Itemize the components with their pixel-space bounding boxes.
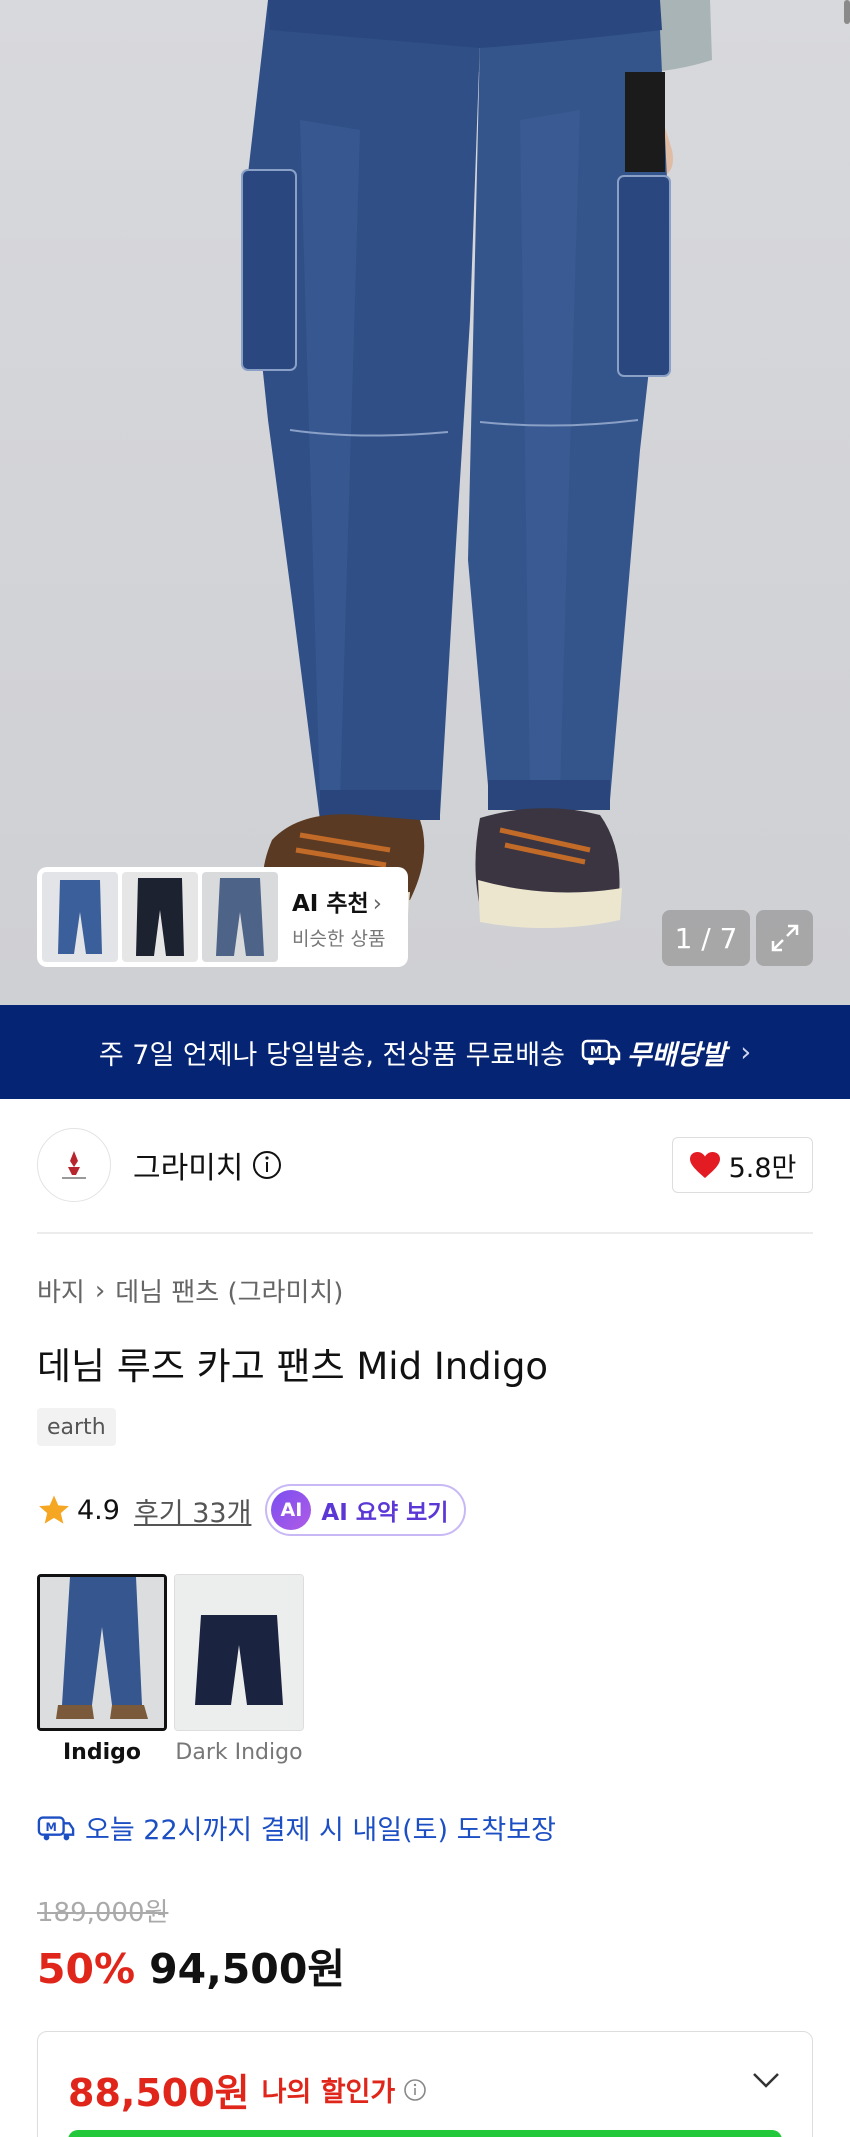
ai-recommend-thumb-3 <box>202 872 278 962</box>
brand-logo[interactable] <box>37 1128 111 1202</box>
heart-icon <box>689 1152 720 1178</box>
truck-icon: M <box>37 1815 75 1840</box>
sale-price: 94,500원 <box>149 1945 346 1993</box>
ai-badge-icon: AI <box>271 1490 312 1530</box>
color-swatch-indigo[interactable] <box>37 1574 167 1731</box>
purchase-button[interactable] <box>68 2130 782 2137</box>
svg-text:M: M <box>590 1044 602 1058</box>
chevron-right-icon: › <box>94 1275 106 1306</box>
ai-summary-button[interactable]: AI AI 요약 보기 <box>265 1484 467 1536</box>
shipping-badge-text: 무배당발 <box>626 1039 727 1071</box>
product-photo <box>241 0 712 929</box>
breadcrumb: 바지 › 데님 팬츠 (그라미치) <box>37 1272 343 1309</box>
product-title: 데님 루즈 카고 팬츠 Mid Indigo <box>37 1345 549 1388</box>
truck-icon: M <box>581 1039 621 1065</box>
ai-recommend-thumb-2 <box>122 872 198 962</box>
like-count: 5.8만 <box>728 1152 797 1184</box>
ai-recommend-title: AI 추천 <box>292 890 369 917</box>
color-label-dark-indigo: Dark Indigo <box>175 1740 303 1765</box>
chevron-down-icon[interactable] <box>750 2070 782 2090</box>
expand-button[interactable] <box>756 910 813 966</box>
brand-row: 그라미치 5.8만 <box>37 1128 813 1202</box>
ai-recommend-card[interactable]: AI 추천 › 비슷한 상품 <box>37 867 408 967</box>
info-icon[interactable] <box>403 2078 427 2102</box>
like-button[interactable]: 5.8만 <box>672 1137 813 1193</box>
original-price: 189,000원 <box>37 1898 169 1928</box>
product-tag[interactable]: earth <box>37 1408 116 1446</box>
delivery-text: 오늘 22시까지 결제 시 내일(토) 도착보장 <box>85 1815 556 1846</box>
shipping-banner[interactable]: 주 7일 언제나 당일발송, 전상품 무료배송 M 무배당발 › <box>0 1005 850 1099</box>
price-row: 50% 94,500원 <box>37 1935 345 1995</box>
chevron-right-icon: › <box>740 1036 752 1068</box>
scrollbar-thumb[interactable] <box>844 0 850 24</box>
color-swatch-dark-indigo[interactable] <box>174 1574 304 1731</box>
divider <box>37 1232 813 1234</box>
image-pager: 1 / 7 <box>662 910 750 966</box>
rating-value: 4.9 <box>77 1494 120 1526</box>
ai-recommend-thumb-1 <box>42 872 118 962</box>
brand-name[interactable]: 그라미치 <box>133 1143 243 1187</box>
info-icon[interactable] <box>251 1149 283 1181</box>
delivery-guarantee: M 오늘 22시까지 결제 시 내일(토) 도착보장 <box>37 1808 556 1847</box>
color-label-indigo: Indigo <box>63 1740 141 1765</box>
svg-text:M: M <box>46 1819 57 1833</box>
my-price-box[interactable]: 88,500원 나의 할인가 <box>37 2031 813 2137</box>
rating-row: 4.9 후기 33개 AI AI 요약 보기 <box>37 1484 467 1536</box>
shipping-banner-text: 주 7일 언제나 당일발송, 전상품 무료배송 <box>98 1039 565 1071</box>
discount-rate: 50% <box>37 1945 136 1993</box>
product-image-gallery[interactable]: AI 추천 › 비슷한 상품 1 / 7 <box>0 0 850 1005</box>
chevron-right-icon: › <box>372 890 382 917</box>
my-discount-label: 나의 할인가 <box>261 2077 396 2108</box>
breadcrumb-item[interactable]: 데님 팬츠 (그라미치) <box>115 1272 343 1309</box>
my-discount-price: 88,500원 <box>68 2071 250 2115</box>
breadcrumb-item[interactable]: 바지 <box>37 1272 85 1309</box>
star-icon <box>39 1495 69 1524</box>
ai-summary-label: AI 요약 보기 <box>321 1500 449 1526</box>
reviews-link[interactable]: 후기 33개 <box>134 1491 251 1530</box>
ai-recommend-subtitle: 비슷한 상품 <box>292 927 386 950</box>
expand-icon <box>771 924 798 952</box>
